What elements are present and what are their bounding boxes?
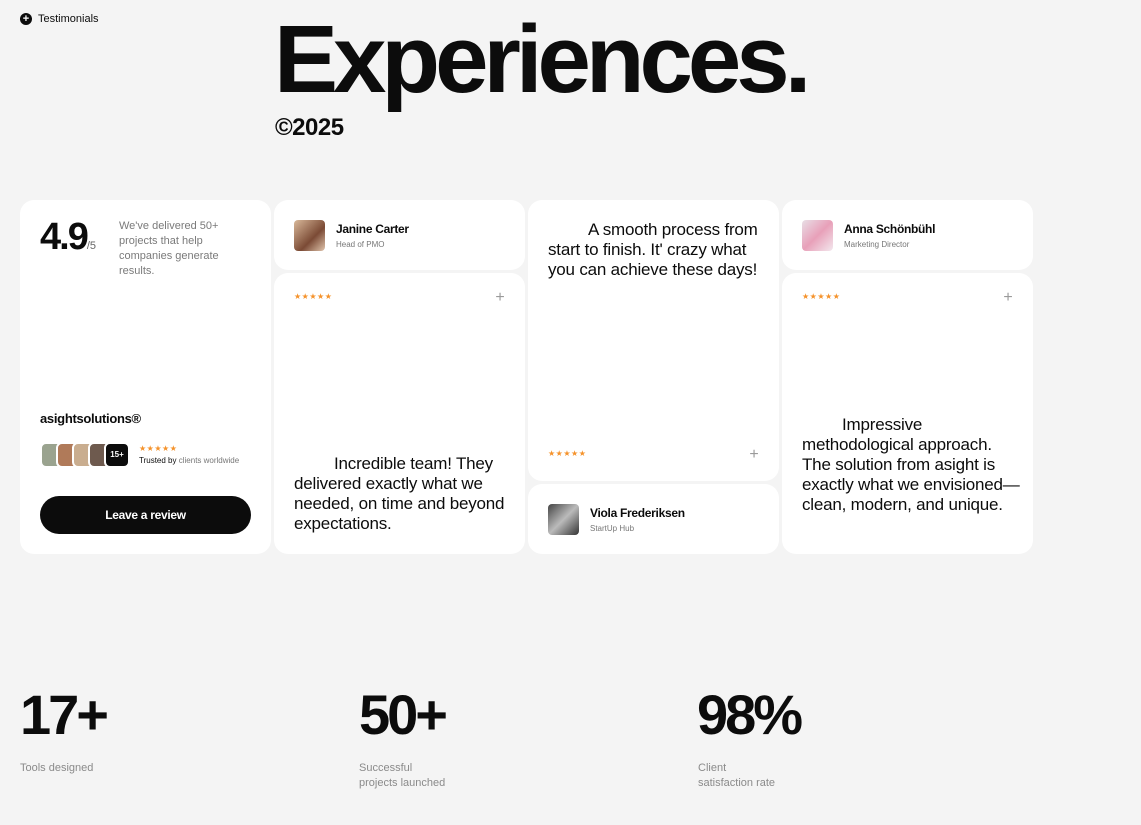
rating-score: 4.9/5 [40, 216, 96, 259]
testimonial-quote-card: ★★★★★ + Impressive methodological approa… [782, 273, 1033, 554]
testimonial-quote: A smooth process from start to finish. I… [548, 220, 758, 279]
author-name: Anna Schönbühl [844, 221, 936, 236]
rating-card: 4.9/5 We've delivered 50+ projects that … [20, 200, 271, 554]
avatar-more-count: 15+ [104, 442, 130, 468]
stat-label: Successful projects launched [359, 761, 445, 791]
star-rating-icon: ★★★★★ [548, 449, 587, 458]
author-name: Viola Frederiksen [590, 505, 685, 520]
testimonial-quote: Impressive methodological approach. The … [802, 415, 1020, 514]
testimonial-quote-card: ★★★★★ + Incredible team! They delivered … [274, 273, 525, 554]
avatar [548, 503, 579, 535]
avatar [294, 219, 325, 251]
trusted-prefix: Trusted by [139, 456, 177, 465]
brand-name: asightsolutions® [40, 411, 141, 426]
client-avatars: 15+ [40, 442, 130, 468]
stat-label-line: Client [698, 762, 727, 774]
stat-value: 98% [697, 683, 803, 746]
rating-score-value: 4.9 [40, 216, 89, 258]
stat-label-line: Tools designed [20, 762, 94, 774]
stat-label-line: satisfaction rate [698, 777, 776, 789]
expand-plus-icon[interactable]: + [748, 447, 760, 463]
rating-description: We've delivered 50+ projects that help c… [119, 220, 219, 277]
trust-block: ★★★★★ Trusted by clients worldwide [139, 444, 239, 465]
avatar [802, 219, 833, 251]
trusted-by-text: Trusted by clients worldwide [139, 456, 239, 465]
stat-label-line: projects launched [359, 777, 446, 789]
section-tag: + Testimonials [20, 13, 99, 25]
expand-plus-icon[interactable]: + [1002, 290, 1014, 306]
testimonial-quote: Incredible team! They delivered exactly … [294, 454, 505, 533]
author-role: Head of PMO [336, 239, 385, 249]
page-title: Experiences. [274, 6, 811, 113]
testimonial-author-card: Janine Carter Head of PMO [274, 200, 525, 270]
author-name: Janine Carter [336, 221, 409, 236]
author-role: StartUp Hub [590, 523, 635, 533]
stat-label: Client satisfaction rate [698, 761, 775, 791]
testimonial-author-card: Viola Frederiksen StartUp Hub [528, 484, 779, 554]
stat-value: 50+ [359, 683, 448, 746]
stat-label: Tools designed [20, 761, 93, 776]
stat-label-line: Successful [359, 762, 413, 774]
copyright-year: ©2025 [275, 114, 344, 141]
star-rating-icon: ★★★★★ [139, 444, 178, 453]
star-rating-icon: ★★★★★ [802, 292, 841, 301]
testimonial-quote-card: A smooth process from start to finish. I… [528, 200, 779, 481]
section-tag-label: Testimonials [38, 13, 99, 25]
rating-out-of: /5 [86, 240, 97, 252]
expand-plus-icon[interactable]: + [494, 290, 506, 306]
testimonial-author-card: Anna Schönbühl Marketing Director [782, 200, 1033, 270]
star-rating-icon: ★★★★★ [294, 292, 333, 301]
trusted-suffix: clients worldwide [178, 456, 240, 465]
stat-value: 17+ [20, 683, 109, 746]
author-role: Marketing Director [844, 239, 910, 249]
plus-circle-icon: + [20, 13, 32, 25]
leave-review-button[interactable]: Leave a review [40, 496, 251, 534]
